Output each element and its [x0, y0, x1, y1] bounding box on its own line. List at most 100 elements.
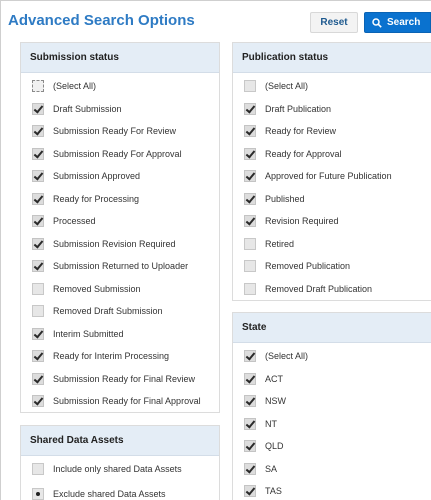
checkbox-checked[interactable] — [244, 170, 256, 182]
option-label: Submission Ready for Final Approval — [53, 396, 201, 406]
submission-status-option-processed[interactable]: Processed — [21, 212, 96, 230]
checkbox-unchecked[interactable] — [244, 237, 256, 250]
publication-status-option-revision-required[interactable]: Revision Required — [233, 212, 339, 230]
checkbox-checked[interactable] — [244, 462, 256, 475]
shared-data-assets-option-include-only-shared-data-assets[interactable]: Include only shared Data Assets — [21, 460, 182, 478]
state-panel: State (Select All) ACT NSW NT QLD SA TAS — [232, 312, 431, 500]
option-label: (Select All) — [53, 81, 97, 91]
reset-button-label: Reset — [320, 17, 348, 28]
state-option-select-all[interactable]: (Select All) — [233, 347, 308, 365]
submission-status-title: Submission status — [30, 52, 119, 63]
option-label: NT — [265, 418, 277, 429]
radio-selected[interactable] — [32, 488, 44, 500]
state-option-act[interactable]: ACT — [233, 370, 283, 388]
option-label: Ready for Review — [265, 126, 337, 136]
option-label: Processed — [53, 216, 96, 226]
option-label: Ready for Interim Processing — [53, 351, 170, 361]
publication-status-panel: Publication status (Select All) Draft Pub… — [232, 42, 431, 301]
checkbox-checked[interactable] — [32, 395, 44, 407]
submission-status-panel: Submission status (Select All) Draft Subm… — [20, 42, 220, 413]
option-label: Approved for Future Publication — [265, 171, 392, 181]
checkbox-checked[interactable] — [244, 395, 256, 407]
radio-unselected[interactable] — [32, 463, 44, 475]
submission-status-option-submission-ready-for-final-approval[interactable]: Submission Ready for Final Approval — [21, 392, 201, 410]
publication-status-option-retired[interactable]: Retired — [233, 235, 294, 253]
checkbox-checked[interactable] — [244, 125, 256, 137]
option-label: Draft Submission — [53, 103, 122, 114]
submission-status-option-submission-revision-required[interactable]: Submission Revision Required — [21, 235, 176, 253]
publication-status-option-removed-publication[interactable]: Removed Publication — [233, 257, 350, 275]
option-label: Removed Draft Submission — [53, 306, 163, 316]
checkbox-checked[interactable] — [32, 327, 44, 340]
checkbox-checked[interactable] — [244, 485, 256, 497]
publication-status-option-ready-for-review[interactable]: Ready for Review — [233, 122, 336, 140]
state-option-nt[interactable]: NT — [233, 415, 277, 433]
submission-status-option-select-all[interactable]: (Select All) — [21, 77, 96, 95]
checkbox-checked[interactable] — [32, 260, 44, 272]
submission-status-option-draft-submission[interactable]: Draft Submission — [21, 100, 122, 118]
search-icon — [372, 17, 382, 28]
checkbox-checked[interactable] — [244, 215, 256, 227]
option-label: TAS — [265, 486, 282, 496]
publication-status-option-select-all[interactable]: (Select All) — [233, 77, 308, 95]
checkbox-checked[interactable] — [32, 215, 44, 227]
option-label: Revision Required — [265, 216, 339, 226]
option-label: (Select All) — [265, 351, 309, 361]
checkbox-unchecked[interactable] — [32, 305, 44, 317]
checkbox-checked[interactable] — [244, 417, 256, 430]
checkbox-checked[interactable] — [244, 350, 256, 362]
submission-status-option-submission-returned-to-uploader[interactable]: Submission Returned to Uploader — [21, 257, 188, 275]
state-option-tas[interactable]: TAS — [233, 482, 282, 500]
publication-status-option-ready-for-approval[interactable]: Ready for Approval — [233, 145, 342, 163]
state-option-qld[interactable]: QLD — [233, 437, 284, 455]
state-option-nsw[interactable]: NSW — [233, 392, 286, 410]
publication-status-option-published[interactable]: Published — [233, 190, 305, 208]
checkbox-checked[interactable] — [244, 102, 256, 115]
submission-status-option-submission-ready-for-approval[interactable]: Submission Ready For Approval — [21, 145, 182, 163]
checkbox-checked[interactable] — [32, 372, 44, 385]
reset-button[interactable]: Reset — [310, 12, 358, 33]
submission-status-option-removed-submission[interactable]: Removed Submission — [21, 280, 141, 298]
shared-data-assets-panel: Shared Data Assets Include only shared D… — [20, 425, 220, 500]
checkbox-checked[interactable] — [32, 147, 44, 160]
option-label: ACT — [265, 373, 283, 384]
checkbox-unchecked[interactable] — [244, 260, 256, 272]
publication-status-option-draft-publication[interactable]: Draft Publication — [233, 100, 331, 118]
checkbox-checked[interactable] — [32, 350, 44, 362]
publication-status-option-approved-for-future-publication[interactable]: Approved for Future Publication — [233, 167, 392, 185]
option-label: Submission Ready For Review — [53, 126, 177, 136]
checkbox-unchecked[interactable] — [244, 282, 256, 295]
submission-status-option-removed-draft-submission[interactable]: Removed Draft Submission — [21, 302, 163, 320]
submission-status-option-submission-ready-for-review[interactable]: Submission Ready For Review — [21, 122, 176, 140]
checkbox-checked[interactable] — [32, 125, 44, 137]
shared-data-assets-option-exclude-shared-data-assets[interactable]: Exclude shared Data Assets — [21, 485, 166, 500]
search-button[interactable]: Search — [364, 12, 431, 33]
option-label: SA — [265, 463, 278, 474]
submission-status-option-ready-for-interim-processing[interactable]: Ready for Interim Processing — [21, 347, 169, 365]
submission-status-option-ready-for-processing[interactable]: Ready for Processing — [21, 190, 139, 208]
checkbox-checked[interactable] — [32, 170, 44, 182]
option-label: Removed Draft Publication — [265, 283, 373, 294]
checkbox-checked[interactable] — [32, 237, 44, 250]
submission-status-option-interim-submitted[interactable]: Interim Submitted — [21, 325, 124, 343]
shared-data-assets-title: Shared Data Assets — [30, 435, 124, 446]
state-option-sa[interactable]: SA — [233, 460, 277, 478]
checkbox-checked[interactable] — [32, 102, 44, 115]
checkbox-checked[interactable] — [244, 147, 256, 160]
submission-status-option-submission-approved[interactable]: Submission Approved — [21, 167, 140, 185]
checkbox-checked[interactable] — [32, 192, 44, 205]
checkbox-unchecked[interactable] — [32, 282, 44, 295]
search-button-label: Search — [387, 17, 421, 28]
submission-status-option-submission-ready-for-final-review[interactable]: Submission Ready for Final Review — [21, 370, 195, 388]
checkbox-checked[interactable] — [244, 372, 256, 385]
option-label: NSW — [265, 396, 286, 406]
checkbox-unchecked[interactable] — [32, 80, 44, 92]
option-label: Draft Publication — [265, 103, 332, 114]
checkbox-checked[interactable] — [244, 440, 256, 452]
state-title: State — [242, 322, 267, 333]
publication-status-option-removed-draft-publication[interactable]: Removed Draft Publication — [233, 280, 372, 298]
checkbox-unchecked[interactable] — [244, 80, 256, 92]
option-label: (Select All) — [265, 81, 309, 91]
option-label: Submission Returned to Uploader — [53, 261, 189, 271]
checkbox-checked[interactable] — [244, 192, 256, 205]
